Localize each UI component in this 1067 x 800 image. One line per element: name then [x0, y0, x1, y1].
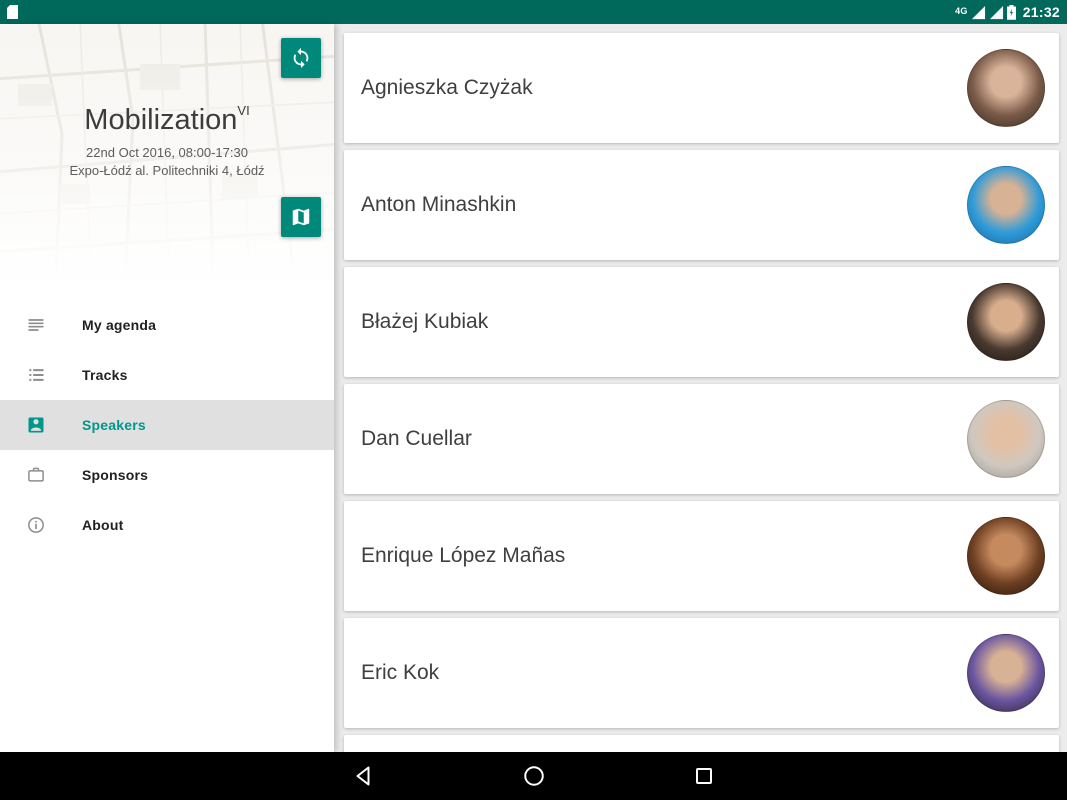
android-screen: 4G 21:32 — [0, 0, 1067, 800]
sd-card-icon — [7, 5, 18, 19]
recents-button[interactable] — [691, 763, 717, 789]
sidebar-item-my-agenda[interactable]: My agenda — [0, 300, 334, 350]
speaker-name: Błażej Kubiak — [361, 310, 488, 334]
network-type-label: 4G — [955, 6, 968, 16]
speaker-avatar — [967, 283, 1045, 361]
app-title-superscript: VI — [237, 103, 249, 118]
speaker-avatar — [967, 634, 1045, 712]
sidebar-item-label: Speakers — [82, 417, 146, 433]
speaker-name: Enrique López Mañas — [361, 544, 565, 568]
speaker-name: Anton Minashkin — [361, 193, 516, 217]
sidebar-item-tracks[interactable]: Tracks — [0, 350, 334, 400]
drawer-header: MobilizationVI 22nd Oct 2016, 08:00-17:3… — [0, 24, 334, 300]
speakers-icon — [26, 415, 46, 435]
status-bar: 4G 21:32 — [0, 0, 1067, 24]
sponsors-icon — [26, 465, 46, 485]
speaker-avatar — [967, 49, 1045, 127]
speaker-name: Dan Cuellar — [361, 427, 472, 451]
sidebar-item-label: About — [82, 517, 123, 533]
home-icon — [522, 764, 546, 788]
speaker-list-item[interactable]: Dan Cuellar — [344, 384, 1059, 494]
sidebar-item-label: My agenda — [82, 317, 156, 333]
sidebar-item-label: Sponsors — [82, 467, 148, 483]
agenda-icon — [26, 315, 46, 335]
sync-button[interactable] — [281, 38, 321, 78]
speaker-name: Eric Kok — [361, 661, 439, 685]
signal-icon — [971, 5, 986, 20]
speaker-list-item-partial[interactable] — [344, 735, 1059, 752]
map-icon — [290, 206, 312, 228]
event-venue: Expo-Łódź al. Politechniki 4, Łódź — [0, 163, 334, 178]
signal-icon — [989, 5, 1004, 20]
map-button[interactable] — [281, 197, 321, 237]
speaker-avatar — [967, 517, 1045, 595]
about-icon — [26, 515, 46, 535]
event-date: 22nd Oct 2016, 08:00-17:30 — [0, 145, 334, 160]
system-nav-bar — [0, 752, 1067, 800]
speaker-list-item[interactable]: Enrique López Mañas — [344, 501, 1059, 611]
drawer-menu: My agenda Tracks Speakers Sponsors About — [0, 300, 334, 550]
speaker-list-item[interactable]: Anton Minashkin — [344, 150, 1059, 260]
back-button[interactable] — [351, 763, 377, 789]
recents-icon — [692, 764, 716, 788]
sync-icon — [290, 47, 312, 69]
sidebar-item-label: Tracks — [82, 367, 128, 383]
speaker-list-items: Agnieszka Czyżak Anton Minashkin Błażej … — [344, 33, 1059, 728]
speaker-list[interactable]: Agnieszka Czyżak Anton Minashkin Błażej … — [334, 24, 1067, 752]
sidebar-item-sponsors[interactable]: Sponsors — [0, 450, 334, 500]
app-title: MobilizationVI — [0, 103, 334, 137]
battery-icon — [1007, 5, 1016, 20]
speaker-avatar — [967, 166, 1045, 244]
speaker-list-item[interactable]: Eric Kok — [344, 618, 1059, 728]
sidebar-item-about[interactable]: About — [0, 500, 334, 550]
speaker-list-item[interactable]: Błażej Kubiak — [344, 267, 1059, 377]
clock: 21:32 — [1023, 4, 1060, 20]
speaker-avatar — [967, 400, 1045, 478]
sidebar-item-speakers[interactable]: Speakers — [0, 400, 334, 450]
back-icon — [352, 764, 376, 788]
navigation-drawer: MobilizationVI 22nd Oct 2016, 08:00-17:3… — [0, 24, 334, 752]
tracks-icon — [26, 365, 46, 385]
speaker-list-item[interactable]: Agnieszka Czyżak — [344, 33, 1059, 143]
speaker-name: Agnieszka Czyżak — [361, 76, 533, 100]
home-button[interactable] — [521, 763, 547, 789]
